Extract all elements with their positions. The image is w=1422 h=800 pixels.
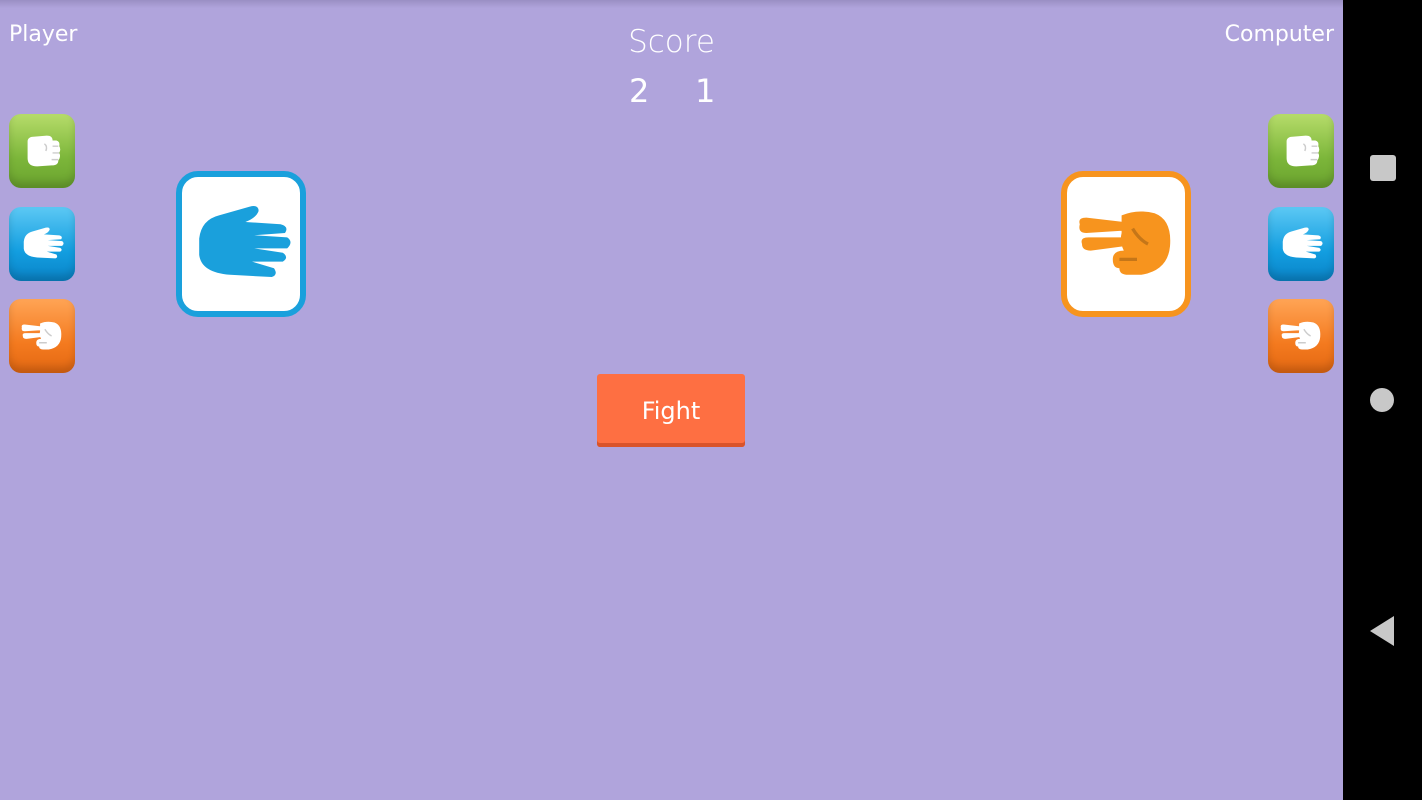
game-screen: Player Computer Score 2 1 Fight (0, 0, 1343, 800)
fist-icon (1286, 135, 1320, 167)
computer-score: 1 (695, 72, 716, 110)
back-triangle-icon[interactable] (1370, 616, 1394, 646)
computer-selected-choice (1061, 171, 1191, 317)
computer-paper-choice (1268, 207, 1334, 281)
fist-icon (27, 135, 61, 167)
hand-icon (1282, 227, 1323, 259)
player-selected-choice (176, 171, 306, 317)
status-bar-shadow (0, 0, 1343, 8)
computer-scissors-choice (1268, 299, 1334, 373)
scissors-icon (1280, 321, 1321, 350)
player-scissors-button[interactable] (9, 299, 75, 373)
player-rock-button[interactable] (9, 114, 75, 188)
navigation-bar (1343, 0, 1422, 800)
computer-rock-choice (1268, 114, 1334, 188)
hand-icon (199, 206, 291, 277)
score-title: Score (628, 24, 715, 60)
fight-button[interactable]: Fight (597, 374, 745, 447)
home-circle-icon[interactable] (1370, 388, 1394, 412)
scissors-icon (1079, 211, 1171, 275)
scissors-icon (21, 321, 62, 350)
player-score: 2 (629, 72, 650, 110)
recents-square-icon[interactable] (1370, 155, 1396, 181)
hand-icon (23, 227, 64, 259)
player-paper-button[interactable] (9, 207, 75, 281)
